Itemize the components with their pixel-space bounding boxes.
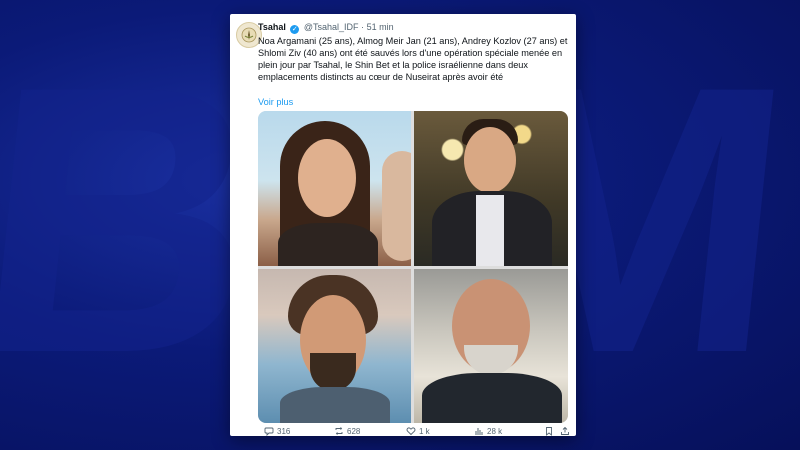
share-button[interactable] [560,426,570,436]
photo-young-man[interactable] [414,111,568,266]
idf-emblem-icon [241,27,257,43]
author-line: Tsahal ✓ @Tsahal_IDF · 51 min [258,22,394,34]
share-icon [561,426,569,435]
tweet-card[interactable]: Tsahal ✓ @Tsahal_IDF · 51 min Noa Argama… [230,14,576,436]
time-separator: · [361,22,365,32]
verified-badge-icon: ✓ [290,25,300,34]
photo-smiling-man[interactable] [258,269,411,423]
heart-icon [406,427,416,436]
bookmark-icon [546,427,552,436]
reply-icon [264,427,274,436]
repost-count: 628 [347,426,361,436]
tweet-text: Noa Argamani (25 ans), Almog Meir Jan (2… [258,36,568,82]
see-more-link[interactable]: Voir plus [258,97,293,107]
like-button[interactable]: 1 k [406,426,430,436]
author-name[interactable]: Tsahal [258,22,286,32]
reply-button[interactable]: 316 [264,426,290,436]
repost-icon [335,427,343,435]
author-handle[interactable]: @Tsahal_IDF [304,22,359,32]
photo-older-man[interactable] [414,269,568,423]
views-count: 28 k [487,426,503,436]
tweet-actions: 316 628 1 k 28 k [258,426,570,442]
tweet-time[interactable]: 51 min [367,22,394,32]
views-icon [475,428,483,435]
repost-button[interactable]: 628 [334,426,360,436]
photo-woman[interactable] [258,111,411,266]
like-count: 1 k [419,426,430,436]
views-button[interactable]: 28 k [474,426,502,436]
media-grid [258,111,568,423]
bookmark-button[interactable] [544,426,554,436]
reply-count: 316 [277,426,291,436]
